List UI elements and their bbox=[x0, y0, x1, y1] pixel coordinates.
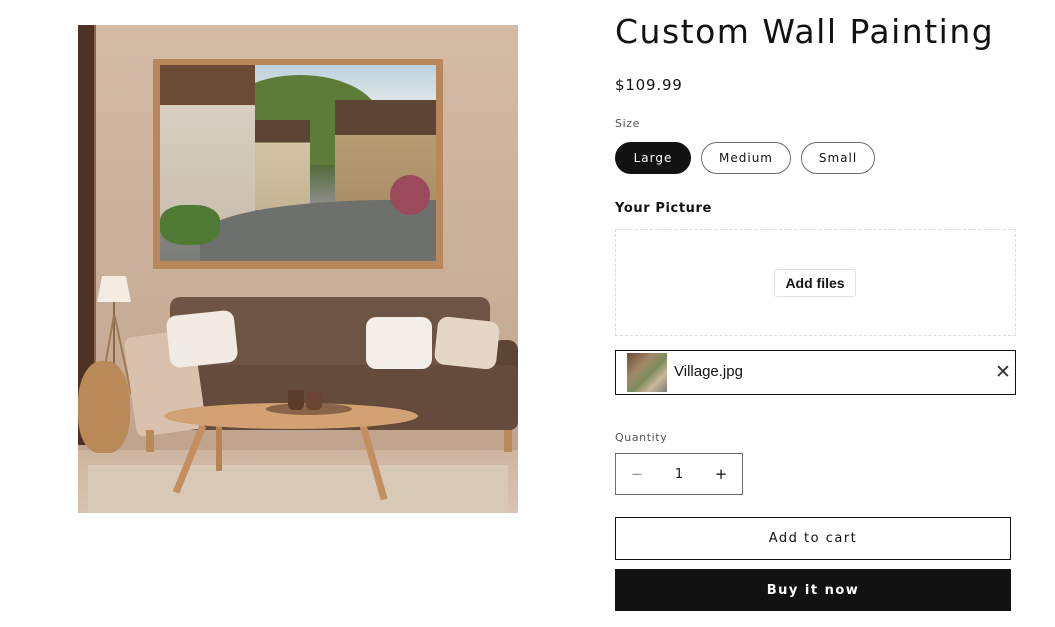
file-thumbnail bbox=[627, 353, 667, 392]
painting-flowers bbox=[390, 175, 430, 215]
pillow bbox=[366, 317, 432, 369]
file-name: Village.jpg bbox=[674, 363, 743, 380]
vase bbox=[78, 361, 130, 453]
sofa-leg bbox=[504, 430, 512, 452]
quantity-input[interactable]: 1 bbox=[658, 467, 700, 482]
size-label: Size bbox=[615, 117, 640, 130]
size-option-small[interactable]: Small bbox=[801, 142, 875, 174]
quantity-decrease-button[interactable]: − bbox=[616, 454, 658, 494]
product-price: $109.99 bbox=[615, 76, 683, 94]
painting bbox=[160, 65, 436, 261]
quantity-increase-button[interactable]: + bbox=[700, 454, 742, 494]
buy-it-now-button[interactable]: Buy it now bbox=[615, 569, 1011, 611]
add-files-button[interactable]: Add files bbox=[774, 269, 856, 297]
cup bbox=[288, 390, 304, 410]
pillow bbox=[165, 309, 239, 369]
cup bbox=[306, 392, 322, 410]
your-picture-label: Your Picture bbox=[615, 201, 712, 216]
quantity-stepper: − 1 + bbox=[615, 453, 743, 495]
painting-house-left-back bbox=[255, 120, 310, 210]
painting-greenery bbox=[160, 205, 220, 245]
size-option-medium[interactable]: Medium bbox=[701, 142, 791, 174]
size-option-large[interactable]: Large bbox=[615, 142, 691, 174]
rug bbox=[88, 465, 508, 513]
add-to-cart-button[interactable]: Add to cart bbox=[615, 517, 1011, 560]
pillow bbox=[433, 315, 501, 371]
size-options: Large Medium Small bbox=[615, 142, 875, 174]
quantity-label: Quantity bbox=[615, 431, 668, 444]
table-leg bbox=[216, 423, 222, 471]
lamp-shade bbox=[97, 276, 131, 302]
close-icon[interactable]: ✕ bbox=[993, 361, 1013, 383]
product-page: Custom Wall Painting $109.99 Size Large … bbox=[0, 0, 1055, 627]
product-image[interactable] bbox=[78, 25, 518, 513]
painting-house-left bbox=[160, 65, 255, 225]
uploaded-file: Village.jpg ✕ bbox=[615, 350, 1016, 395]
sofa-leg bbox=[146, 430, 154, 452]
product-title: Custom Wall Painting bbox=[615, 12, 995, 51]
